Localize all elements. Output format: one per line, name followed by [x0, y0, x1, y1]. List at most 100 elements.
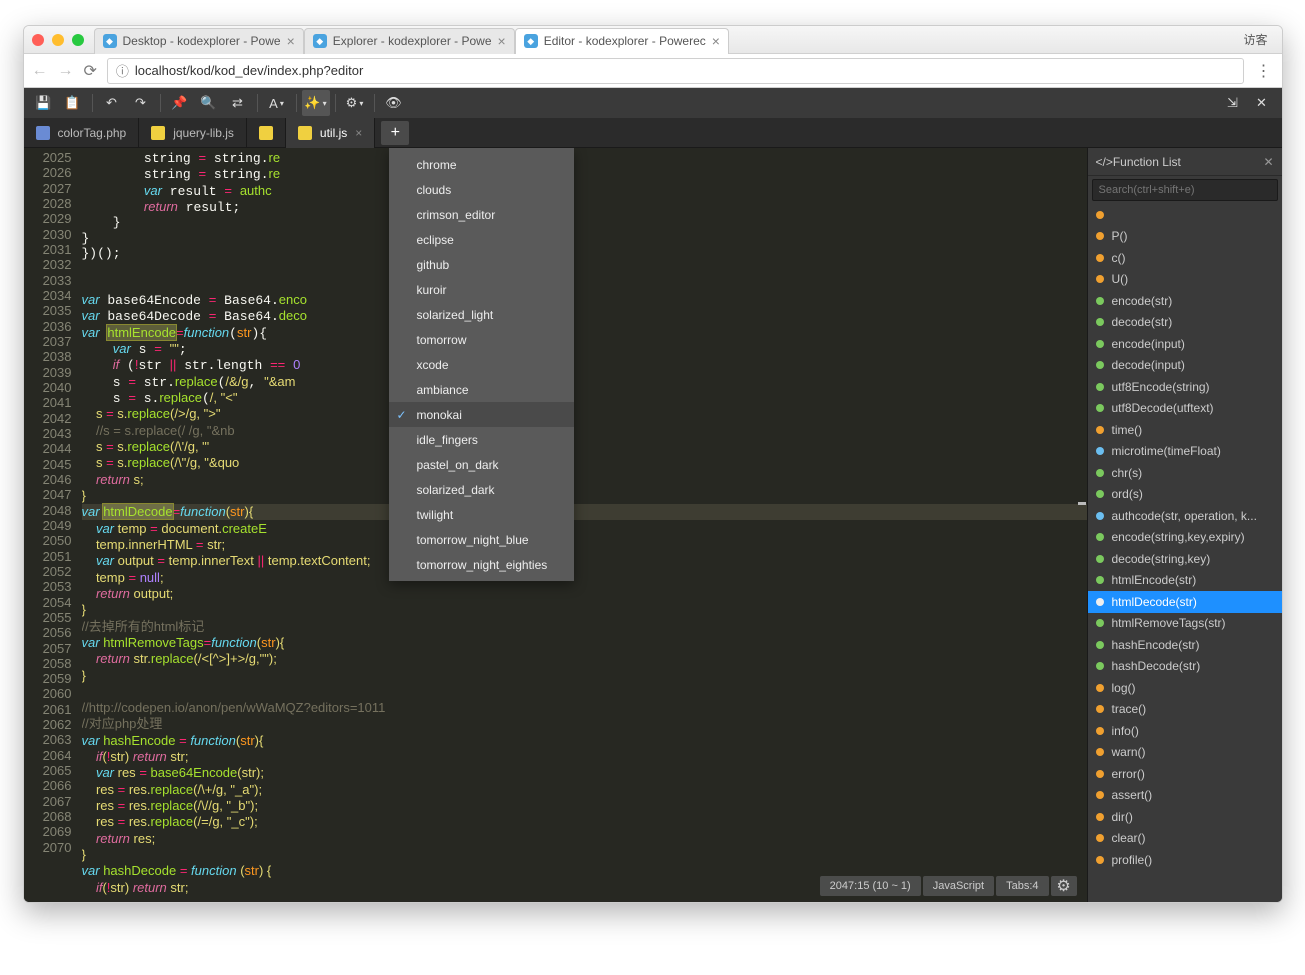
function-item[interactable]: htmlRemoveTags(str): [1088, 613, 1282, 635]
theme-option[interactable]: xcode: [389, 352, 574, 377]
cursor-position[interactable]: 2047:15 (10 ~ 1): [820, 876, 921, 896]
url-text: localhost/kod/kod_dev/index.php?editor: [135, 63, 363, 78]
function-item[interactable]: encode(str): [1088, 290, 1282, 312]
eye-button[interactable]: 👁: [380, 90, 408, 116]
function-item[interactable]: c(): [1088, 247, 1282, 269]
theme-option[interactable]: tomorrow_night_eighties: [389, 552, 574, 577]
redo-button[interactable]: ↷: [127, 90, 155, 116]
close-icon[interactable]: ✕: [1263, 155, 1273, 169]
browser-tab[interactable]: ◆Editor - kodexplorer - Powerec×: [515, 28, 729, 54]
compress-button[interactable]: ⇲: [1219, 90, 1247, 116]
maximize-window[interactable]: [72, 34, 84, 46]
menu-icon[interactable]: ⋮: [1254, 61, 1274, 81]
close-button[interactable]: ✕: [1248, 90, 1276, 116]
function-item[interactable]: assert(): [1088, 785, 1282, 807]
forward-icon[interactable]: →: [58, 62, 74, 80]
function-item[interactable]: microtime(timeFloat): [1088, 441, 1282, 463]
dot-icon: [1096, 426, 1104, 434]
function-item[interactable]: utf8Encode(string): [1088, 376, 1282, 398]
language-mode[interactable]: JavaScript: [923, 876, 994, 896]
function-item[interactable]: decode(str): [1088, 312, 1282, 334]
file-tab[interactable]: util.js×: [286, 118, 375, 148]
function-item[interactable]: P(): [1088, 226, 1282, 248]
theme-option[interactable]: pastel_on_dark: [389, 452, 574, 477]
function-list[interactable]: P()c()U()encode(str)decode(str)encode(in…: [1088, 204, 1282, 902]
browser-tab[interactable]: ◆Desktop - kodexplorer - Powe×: [94, 28, 304, 54]
function-item[interactable]: authcode(str, operation, k...: [1088, 505, 1282, 527]
save-button[interactable]: 💾: [30, 90, 58, 116]
pin-button[interactable]: 📌: [166, 90, 194, 116]
function-item[interactable]: decode(input): [1088, 355, 1282, 377]
code-content[interactable]: string = string.re string = string.re va…: [82, 148, 1087, 902]
dot-icon: [1096, 275, 1104, 283]
theme-option[interactable]: idle_fingers: [389, 427, 574, 452]
editor-app: 💾📋↶↷📌🔍⇄A▾✨▾⚙▾👁 ⇲✕ colorTag.phpjquery-lib…: [24, 88, 1282, 902]
function-item[interactable]: decode(string,key): [1088, 548, 1282, 570]
theme-option[interactable]: monokai: [389, 402, 574, 427]
scroll-marker: [1078, 502, 1086, 505]
search-button[interactable]: 🔍: [195, 90, 223, 116]
back-icon[interactable]: ←: [32, 62, 48, 80]
theme-option[interactable]: chrome: [389, 152, 574, 177]
function-item[interactable]: utf8Decode(utftext): [1088, 398, 1282, 420]
theme-option[interactable]: tomorrow_night_blue: [389, 527, 574, 552]
function-item[interactable]: [1088, 204, 1282, 226]
theme-option[interactable]: solarized_dark: [389, 477, 574, 502]
minimize-window[interactable]: [52, 34, 64, 46]
guest-label[interactable]: 访客: [1243, 31, 1267, 48]
address-bar[interactable]: ⓘ localhost/kod/kod_dev/index.php?editor: [107, 58, 1244, 84]
theme-option[interactable]: github: [389, 252, 574, 277]
function-item[interactable]: time(): [1088, 419, 1282, 441]
function-item[interactable]: hashEncode(str): [1088, 634, 1282, 656]
function-item[interactable]: info(): [1088, 720, 1282, 742]
function-item[interactable]: htmlEncode(str): [1088, 570, 1282, 592]
add-tab-button[interactable]: +: [381, 121, 409, 145]
magic-button[interactable]: ✨▾: [302, 90, 330, 116]
theme-option[interactable]: tomorrow: [389, 327, 574, 352]
theme-option[interactable]: crimson_editor: [389, 202, 574, 227]
theme-option[interactable]: ambiance: [389, 377, 574, 402]
function-item[interactable]: encode(string,key,expiry): [1088, 527, 1282, 549]
close-window[interactable]: [32, 34, 44, 46]
function-item[interactable]: htmlDecode(str): [1088, 591, 1282, 613]
info-icon[interactable]: ⓘ: [116, 61, 129, 80]
function-item[interactable]: trace(): [1088, 699, 1282, 721]
undo-button[interactable]: ↶: [98, 90, 126, 116]
close-tab-icon[interactable]: ×: [287, 33, 295, 49]
file-tab[interactable]: [247, 118, 286, 148]
function-item[interactable]: profile(): [1088, 849, 1282, 871]
reload-icon[interactable]: ⟳: [84, 61, 97, 81]
function-item[interactable]: chr(s): [1088, 462, 1282, 484]
browser-tab[interactable]: ◆Explorer - kodexplorer - Powe×: [304, 28, 515, 54]
function-item[interactable]: hashDecode(str): [1088, 656, 1282, 678]
gear-button[interactable]: ⚙▾: [341, 90, 369, 116]
shuffle-button[interactable]: ⇄: [224, 90, 252, 116]
function-item[interactable]: log(): [1088, 677, 1282, 699]
function-item[interactable]: encode(input): [1088, 333, 1282, 355]
function-item[interactable]: warn(): [1088, 742, 1282, 764]
font-button[interactable]: A▾: [263, 90, 291, 116]
theme-option[interactable]: clouds: [389, 177, 574, 202]
file-tab-label: jquery-lib.js: [173, 126, 234, 140]
function-item[interactable]: error(): [1088, 763, 1282, 785]
tab-size[interactable]: Tabs:4: [996, 876, 1048, 896]
function-item[interactable]: ord(s): [1088, 484, 1282, 506]
copy-button[interactable]: 📋: [59, 90, 87, 116]
file-tab[interactable]: jquery-lib.js: [139, 118, 247, 148]
close-tab-icon[interactable]: ×: [498, 33, 506, 49]
function-item[interactable]: clear(): [1088, 828, 1282, 850]
theme-option[interactable]: eclipse: [389, 227, 574, 252]
theme-option[interactable]: twilight: [389, 502, 574, 527]
theme-option[interactable]: kuroir: [389, 277, 574, 302]
dot-icon: [1096, 404, 1104, 412]
code-editor[interactable]: 2025202620272028202920302031203220332034…: [24, 148, 1087, 902]
search-input[interactable]: [1092, 179, 1278, 201]
close-icon[interactable]: ×: [355, 126, 362, 140]
close-tab-icon[interactable]: ×: [712, 33, 720, 49]
gear-icon[interactable]: ⚙: [1051, 876, 1077, 896]
theme-option[interactable]: solarized_light: [389, 302, 574, 327]
file-tab[interactable]: colorTag.php: [24, 118, 140, 148]
function-item[interactable]: dir(): [1088, 806, 1282, 828]
function-item[interactable]: U(): [1088, 269, 1282, 291]
function-list-panel: </>Function List ✕ P()c()U()encode(str)d…: [1087, 148, 1282, 902]
